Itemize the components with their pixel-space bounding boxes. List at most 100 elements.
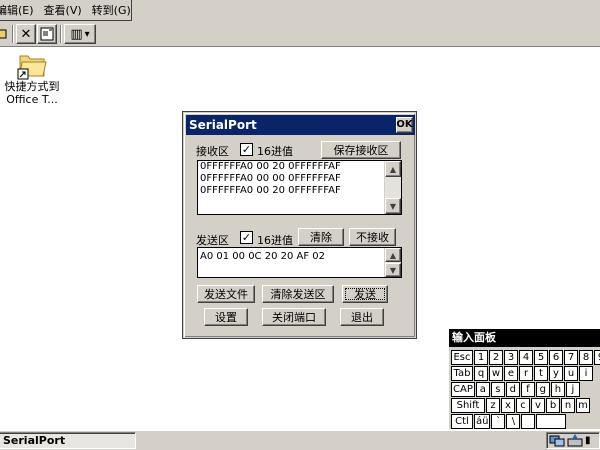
keyboard-key[interactable]: s (490, 382, 505, 397)
view-icon: ▥ (70, 26, 83, 42)
keyboard-key[interactable]: r (519, 366, 533, 381)
settings-button[interactable]: 设置 (204, 308, 248, 326)
keyboard-key[interactable] (536, 414, 567, 429)
keyboard-key[interactable]: h (550, 382, 565, 397)
exit-button[interactable]: 退出 (340, 308, 384, 326)
send-value: A0 01 00 0C 20 20 AF 02 (200, 251, 326, 262)
folder-shortcut-icon (17, 55, 47, 80)
receive-hex-label: 16进值 (257, 145, 293, 158)
receive-line: 0FFFFFFA0 00 20 0FFFFFFAF (200, 185, 341, 196)
menu-goto[interactable]: 转到(G) (92, 2, 131, 18)
keyboard-key[interactable]: ` (491, 414, 506, 429)
keyboard-key[interactable]: 9 (594, 350, 600, 365)
receive-hex-checkbox[interactable]: ✓ (240, 143, 253, 156)
send-file-button[interactable]: 发送文件 (197, 285, 255, 303)
send-textarea[interactable]: A0 01 00 0C 20 20 AF 02 ▲ ▼ (197, 247, 402, 278)
keyboard-key[interactable]: 4 (519, 350, 533, 365)
keyboard-key[interactable]: f (520, 382, 535, 397)
keyboard-row: Shift z x c v b n m (451, 398, 590, 413)
keyboard-key[interactable]: g (535, 382, 550, 397)
keyboard-row: Ctl áü ` \ (451, 414, 567, 429)
network-icon[interactable] (549, 434, 565, 447)
keyboard-key[interactable]: 5 (534, 350, 548, 365)
keyboard-row: Tab q w e r t y u i (451, 366, 593, 381)
receive-line: 0FFFFFFA0 00 20 0FFFFFFAF (200, 161, 341, 172)
shortcut-label-line1: 快捷方式到 (4, 80, 60, 93)
keyboard-key[interactable]: 8 (579, 350, 593, 365)
toolbar-separator (60, 25, 62, 43)
delete-button[interactable]: ✕ (16, 24, 36, 44)
keyboard-key[interactable]: Tab (451, 366, 473, 381)
keyboard-key[interactable]: n (561, 398, 575, 413)
scroll-down-icon[interactable]: ▼ (385, 263, 401, 277)
keyboard-key[interactable]: w (489, 366, 503, 381)
shortcut-label-line2: Office T... (6, 93, 58, 106)
properties-button[interactable] (37, 24, 57, 44)
keyboard-key[interactable]: u (564, 366, 578, 381)
keyboard-key[interactable]: y (549, 366, 563, 381)
keyboard-key[interactable]: z (486, 398, 500, 413)
system-tray: ▮ (546, 432, 600, 449)
receive-scrollbar[interactable]: ▲ ▼ (384, 161, 401, 214)
keyboard-key[interactable]: j (565, 382, 580, 397)
keyboard-key[interactable]: 6 (549, 350, 563, 365)
send-button[interactable]: 发送 (342, 285, 388, 303)
ok-button[interactable]: OK (396, 117, 413, 133)
keyboard-key[interactable] (521, 414, 536, 429)
keyboard-key[interactable]: \ (506, 414, 521, 429)
receive-textarea[interactable]: 0FFFFFFA0 00 20 0FFFFFFAF 0FFFFFFA0 00 0… (197, 160, 402, 215)
menu-view[interactable]: 查看(V) (44, 2, 82, 18)
menu-bar-inner: 编辑(E) 查看(V) 转到(G) (0, 0, 132, 21)
scroll-up-icon[interactable]: ▲ (385, 248, 401, 262)
menu-edit[interactable]: 编辑(E) (0, 2, 34, 18)
send-hex-checkbox[interactable]: ✓ (240, 231, 253, 244)
send-scrollbar[interactable]: ▲ ▼ (384, 248, 401, 277)
keyboard-key[interactable]: m (576, 398, 590, 413)
keyboard-key[interactable]: Esc (451, 350, 473, 365)
keyboard-key[interactable]: t (534, 366, 548, 381)
input-panel: 输入面板 Esc123456789TabqwertyuiCAPasdfghjSh… (448, 328, 600, 429)
keyboard-row: Esc123456789 (451, 350, 600, 365)
view-button[interactable]: ▥ ▾ (64, 24, 96, 44)
dialog-titlebar[interactable]: SerialPort OK (186, 115, 415, 135)
tray-indicator: ▮ (585, 435, 591, 446)
keyboard-key[interactable]: CAP (451, 382, 475, 397)
clear-send-button[interactable]: 清除发送区 (262, 285, 334, 303)
keyboard-key[interactable]: áü (474, 414, 491, 429)
keyboard-key[interactable]: 3 (504, 350, 518, 365)
keyboard-key[interactable]: Ctl (451, 414, 473, 429)
keyboard-key[interactable]: e (504, 366, 518, 381)
keyboard-row: CAP a s d f g h j (451, 382, 580, 397)
properties-icon (40, 27, 54, 41)
save-receive-button[interactable]: 保存接收区 (321, 141, 401, 159)
keyboard-icon[interactable] (567, 434, 583, 447)
keyboard-key[interactable]: Shift (451, 398, 485, 413)
no-receive-button[interactable]: 不接收 (349, 228, 396, 246)
keyboard-key[interactable]: c (516, 398, 530, 413)
scroll-down-icon[interactable]: ▼ (385, 198, 401, 214)
keyboard-key[interactable]: 1 (474, 350, 488, 365)
desktop-shortcut[interactable]: 快捷方式到 Office T... (0, 50, 64, 106)
send-area-label: 发送区 (196, 234, 229, 247)
menu-bar: 编辑(E) 查看(V) 转到(G) (0, 0, 600, 22)
keyboard-key[interactable]: d (505, 382, 520, 397)
folder-icon[interactable] (0, 24, 8, 44)
keyboard-key[interactable]: 7 (564, 350, 578, 365)
receive-line: 0FFFFFFA0 00 00 0FFFFFFAF (200, 173, 341, 184)
send-hex-label: 16进值 (257, 234, 293, 247)
keyboard-key[interactable]: i (579, 366, 593, 381)
chevron-down-icon: ▾ (84, 28, 90, 40)
keyboard-key[interactable]: a (475, 382, 490, 397)
close-port-button[interactable]: 关闭端口 (262, 308, 326, 326)
delete-icon: ✕ (20, 26, 32, 42)
taskbar-serialport-button[interactable]: SerialPort (0, 432, 136, 449)
clear-button[interactable]: 清除 (298, 228, 344, 246)
scroll-up-icon[interactable]: ▲ (385, 161, 401, 177)
taskbar: SerialPort ▮ (0, 430, 600, 450)
keyboard-key[interactable]: v (531, 398, 545, 413)
keyboard-key[interactable]: 2 (489, 350, 503, 365)
keyboard-key[interactable]: x (501, 398, 515, 413)
keyboard-key[interactable]: q (474, 366, 488, 381)
keyboard-key[interactable]: b (546, 398, 560, 413)
input-panel-title[interactable]: 输入面板 (449, 329, 600, 347)
